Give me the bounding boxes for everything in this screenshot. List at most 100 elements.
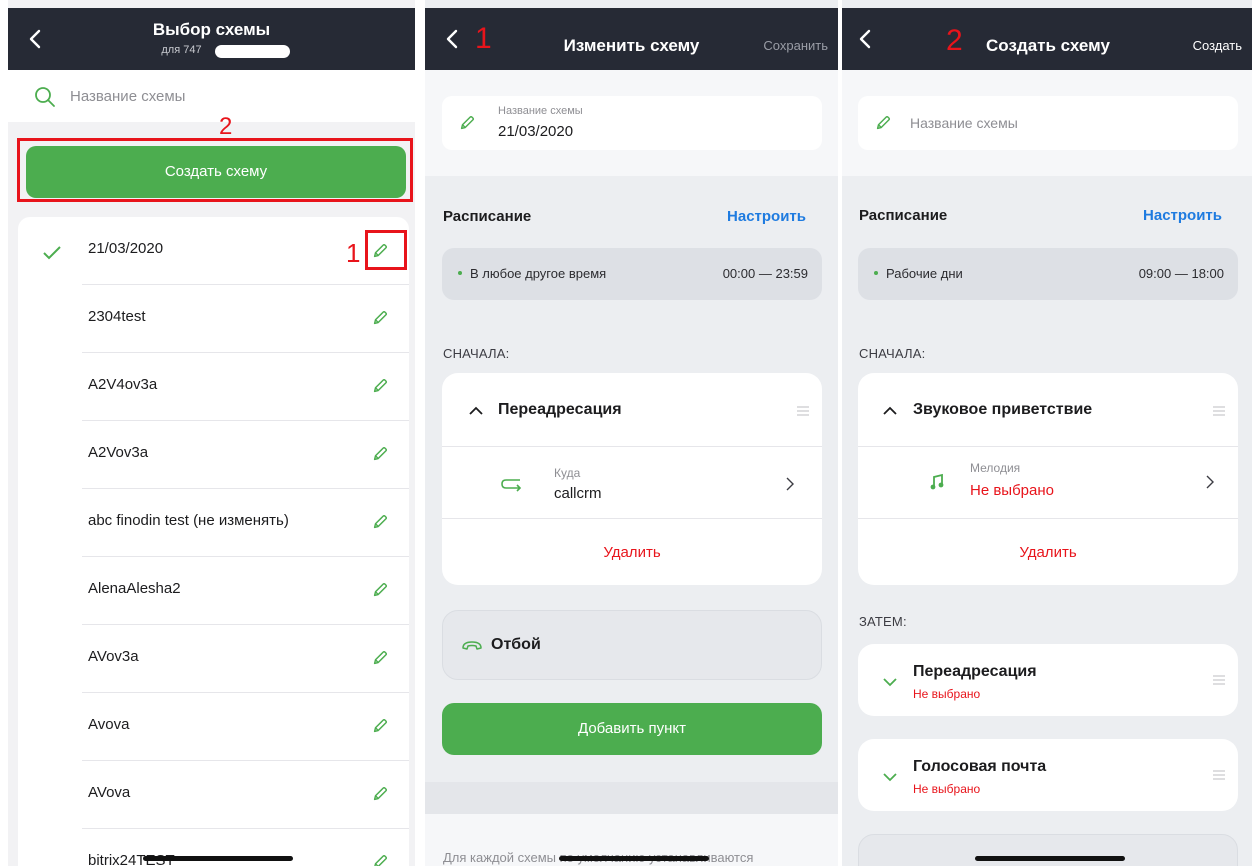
destination-value: callcrm bbox=[554, 485, 602, 502]
partial-block bbox=[858, 834, 1238, 866]
drag-handle-icon[interactable] bbox=[1212, 674, 1226, 686]
schedule-item[interactable]: В любое другое время 00:00 — 23:59 bbox=[442, 248, 822, 300]
schedule-item[interactable]: Рабочие дни 09:00 — 18:00 bbox=[858, 248, 1238, 300]
scheme-name: A2Vov3a bbox=[88, 444, 149, 461]
status-dot bbox=[458, 271, 462, 275]
melody-label: Мелодия bbox=[970, 461, 1021, 475]
add-item-button[interactable]: Добавить пункт bbox=[442, 703, 822, 755]
drag-handle-icon[interactable] bbox=[796, 405, 810, 417]
create-scheme-button[interactable]: Создать схему bbox=[26, 146, 406, 198]
create-scheme-screen: 2 Создать схему Создать Название схемы Р… bbox=[842, 0, 1252, 866]
hangup-label: Отбой bbox=[491, 636, 541, 653]
drag-handle-icon[interactable] bbox=[1212, 769, 1226, 781]
edit-pencil-icon[interactable] bbox=[371, 513, 389, 531]
then-item-forwarding[interactable]: Переадресация Не выбрано bbox=[858, 644, 1238, 716]
schedule-title: Расписание bbox=[859, 207, 948, 224]
list-item[interactable]: Avova bbox=[18, 693, 409, 761]
search-icon bbox=[35, 87, 55, 107]
forward-icon bbox=[501, 479, 522, 492]
pencil-icon bbox=[874, 114, 892, 132]
page-title: Создать схему bbox=[986, 36, 1110, 55]
schedule-configure-link[interactable]: Настроить bbox=[1143, 207, 1222, 224]
page-subtitle: для 747 bbox=[161, 44, 202, 56]
list-item[interactable]: A2Vov3a bbox=[18, 421, 409, 489]
destination-label: Куда bbox=[554, 466, 581, 480]
name-field-value: 21/03/2020 bbox=[498, 123, 574, 140]
edit-pencil-icon[interactable] bbox=[371, 581, 389, 599]
melody-value: Не выбрано bbox=[970, 482, 1054, 499]
scheme-name: AlenaAlesha2 bbox=[88, 580, 181, 597]
list-item[interactable]: AVova bbox=[18, 761, 409, 829]
hangup-phone-icon bbox=[462, 641, 482, 650]
list-item[interactable]: AVov3a bbox=[18, 625, 409, 693]
then-section-label: ЗАТЕМ: bbox=[859, 614, 907, 629]
greeting-block: Звуковое приветствие Мелодия Не выбрано … bbox=[858, 373, 1238, 585]
chevron-right-icon[interactable] bbox=[782, 476, 798, 492]
edit-pencil-icon[interactable] bbox=[371, 853, 389, 866]
delete-button[interactable]: Удалить bbox=[442, 544, 822, 561]
scheme-name: AVova bbox=[88, 784, 131, 801]
scheme-name: 21/03/2020 bbox=[88, 240, 164, 257]
scheme-name: 2304test bbox=[88, 308, 146, 325]
schedule-item-label: Рабочие дни bbox=[886, 266, 963, 281]
chevron-down-icon[interactable] bbox=[882, 674, 898, 690]
checkmark-icon bbox=[43, 246, 61, 260]
chevron-down-icon[interactable] bbox=[882, 769, 898, 785]
home-indicator bbox=[143, 856, 293, 861]
delete-button[interactable]: Удалить bbox=[858, 544, 1238, 561]
list-item[interactable]: 2304test bbox=[18, 285, 409, 353]
scheme-select-screen: Выбор схемы для 747 Название схемы 2 Соз… bbox=[8, 0, 415, 866]
name-field-placeholder: Название схемы bbox=[910, 115, 1018, 131]
first-section-label: СНАЧАЛА: bbox=[859, 346, 926, 361]
schedule-item-time: 09:00 — 18:00 bbox=[1138, 266, 1224, 281]
name-field-label: Название схемы bbox=[498, 105, 583, 117]
then-item-voicemail[interactable]: Голосовая почта Не выбрано bbox=[858, 739, 1238, 811]
pencil-icon bbox=[458, 114, 476, 132]
block-title: Звуковое приветствие bbox=[913, 401, 1093, 418]
chevron-up-icon[interactable] bbox=[882, 403, 898, 419]
chevron-right-icon[interactable] bbox=[1202, 474, 1218, 490]
schedule-title: Расписание bbox=[443, 208, 532, 225]
divider-band bbox=[425, 782, 838, 814]
edit-pencil-icon[interactable] bbox=[371, 445, 389, 463]
first-section-label: СНАЧАЛА: bbox=[443, 346, 510, 361]
scheme-name: AVov3a bbox=[88, 648, 139, 665]
edit-pencil-icon[interactable] bbox=[371, 242, 389, 260]
scheme-name-field[interactable]: Название схемы bbox=[858, 96, 1238, 150]
navbar: 2 Создать схему Создать bbox=[842, 8, 1252, 70]
redacted-number bbox=[215, 45, 290, 58]
home-indicator bbox=[975, 856, 1125, 861]
item-status: Не выбрано bbox=[913, 782, 981, 796]
edit-scheme-screen: 1 Изменить схему Сохранить Название схем… bbox=[425, 0, 838, 866]
create-button[interactable]: Создать bbox=[1193, 38, 1242, 53]
edit-pencil-icon[interactable] bbox=[371, 309, 389, 327]
forwarding-block: Переадресация Куда callcrm Удалить bbox=[442, 373, 822, 585]
edit-pencil-icon[interactable] bbox=[371, 649, 389, 667]
navbar: Выбор схемы для 747 bbox=[8, 8, 415, 70]
item-title: Переадресация bbox=[913, 663, 1037, 680]
list-item[interactable]: A2V4ov3a bbox=[18, 353, 409, 421]
scheme-name-field[interactable]: Название схемы 21/03/2020 bbox=[442, 96, 822, 150]
item-title: Голосовая почта bbox=[913, 758, 1047, 775]
scheme-name: abc finodin test (не изменять) bbox=[88, 512, 289, 529]
chevron-up-icon[interactable] bbox=[468, 403, 484, 419]
annotation-1: 1 bbox=[346, 238, 361, 268]
save-button[interactable]: Сохранить bbox=[763, 38, 828, 53]
list-item[interactable]: AlenaAlesha2 bbox=[18, 557, 409, 625]
scheme-name: A2V4ov3a bbox=[88, 376, 158, 393]
block-title: Переадресация bbox=[498, 401, 622, 418]
search-bar[interactable]: Название схемы bbox=[8, 70, 415, 122]
schedule-item-label: В любое другое время bbox=[470, 266, 607, 281]
scheme-name: Avova bbox=[88, 716, 130, 733]
edit-pencil-icon[interactable] bbox=[371, 377, 389, 395]
edit-pencil-icon[interactable] bbox=[371, 717, 389, 735]
schedule-configure-link[interactable]: Настроить bbox=[727, 208, 806, 225]
list-item[interactable]: 21/03/2020 1 bbox=[18, 217, 409, 285]
drag-handle-icon[interactable] bbox=[1212, 405, 1226, 417]
hangup-block[interactable]: Отбой bbox=[442, 610, 822, 680]
home-indicator bbox=[559, 856, 709, 861]
search-input[interactable]: Название схемы bbox=[70, 88, 185, 105]
list-item[interactable]: abc finodin test (не изменять) bbox=[18, 489, 409, 557]
edit-pencil-icon[interactable] bbox=[371, 785, 389, 803]
scheme-list: 21/03/2020 1 2304test A2V4ov3a A2Vov3a a… bbox=[18, 217, 409, 866]
